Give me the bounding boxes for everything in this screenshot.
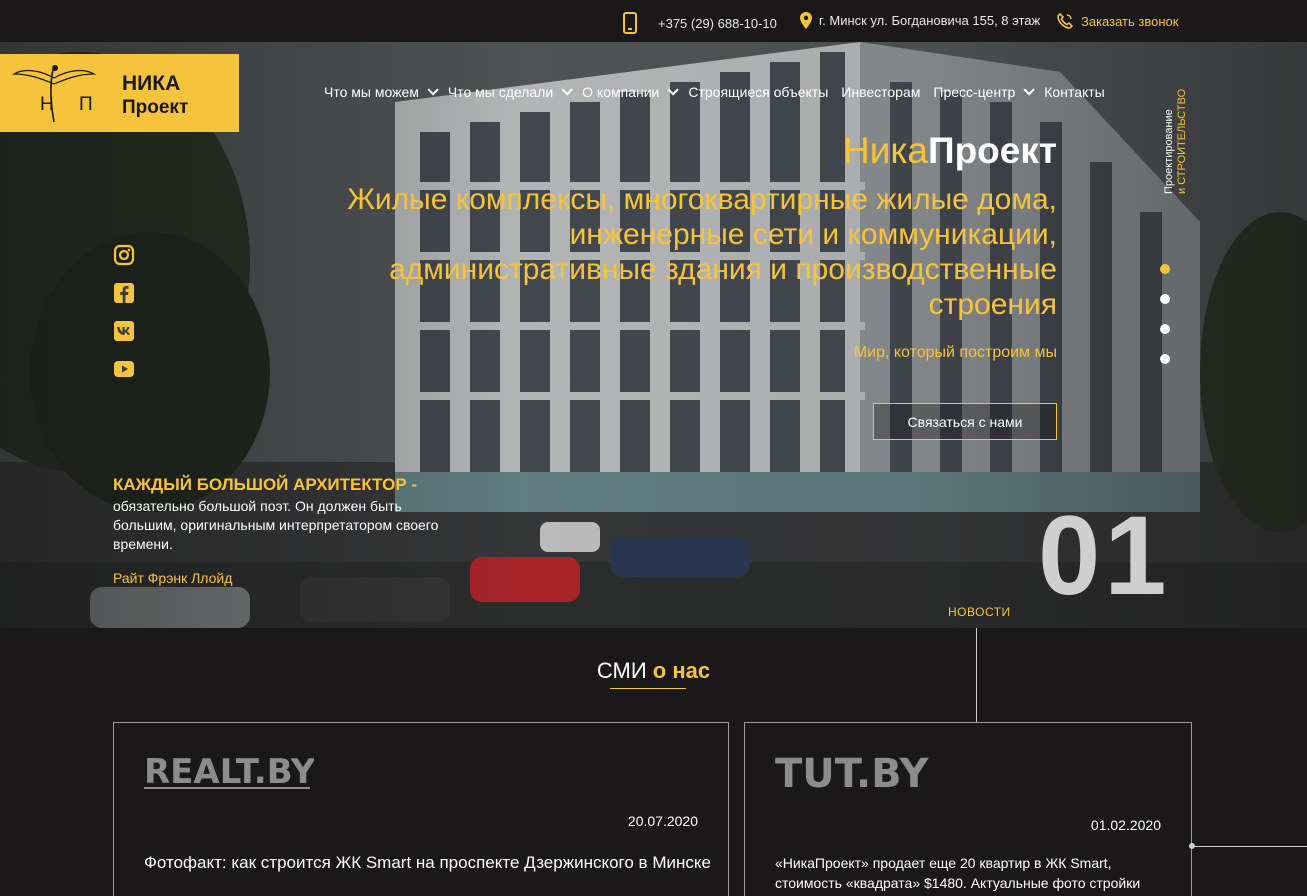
decorative-connector-line: [1192, 846, 1307, 847]
logo-emblem-icon: [11, 65, 97, 123]
quote-title: КАЖДЫЙ БОЛЬШОЙ АРХИТЕКТОР -: [113, 475, 418, 494]
slider-dot-4[interactable]: [1160, 354, 1170, 364]
hero-title: НикаПроект: [843, 130, 1057, 172]
decorative-connector-dot: [1189, 843, 1195, 849]
section-title-plain: СМИ: [596, 658, 647, 683]
callback-label[interactable]: Заказать звонок: [1081, 14, 1178, 29]
location-pin-icon: [800, 12, 812, 29]
nav-item-label[interactable]: Строящиеся объекты: [688, 84, 828, 100]
instagram-icon[interactable]: [113, 244, 135, 266]
nav-item-capabilities[interactable]: Что мы можем: [324, 84, 439, 100]
nav-item-contacts[interactable]: Контакты: [1044, 84, 1104, 100]
nav-item-press-center[interactable]: Пресс-центр: [933, 84, 1036, 100]
section-title-underline: [610, 688, 686, 689]
section-title-accent: о нас: [652, 658, 711, 683]
address-text: г. Минск ул. Богдановича 155, 8 этаж: [819, 13, 1041, 28]
architect-quote: КАЖДЫЙ БОЛЬШОЙ АРХИТЕКТОР - обязательно …: [113, 475, 443, 586]
quote-body: обязательно большой поэт. Он должен быть…: [113, 498, 439, 552]
slide-number: 01: [1038, 493, 1171, 618]
nav-item-label[interactable]: Инвесторам: [841, 84, 920, 100]
nav-item-investors[interactable]: Инвесторам: [841, 84, 920, 100]
slider-dot-2[interactable]: [1160, 294, 1170, 304]
tagline-line2: и СТРОИТЕЛЬСТВО: [1176, 88, 1188, 194]
address-contact: г. Минск ул. Богдановича 155, 8 этаж: [800, 12, 1040, 29]
top-bar: +375 (29) 688-10-10 г. Минск ул. Богдано…: [0, 0, 1307, 42]
vertical-tagline: Проектирование и СТРОИТЕЛЬСТВО: [1163, 82, 1193, 202]
youtube-icon[interactable]: [113, 358, 135, 380]
logo-name-line1: НИКА: [122, 72, 181, 95]
realt-by-logo: REALT.BY: [144, 749, 316, 798]
media-card-tut[interactable]: TUT.BY 01.02.2020 «НикаПроект» продает е…: [744, 722, 1192, 896]
contact-us-button[interactable]: Связаться с нами: [873, 403, 1057, 440]
hero-title-bold: Проект: [927, 130, 1057, 171]
nav-item-label[interactable]: О компании: [582, 84, 659, 100]
section-title: СМИ о нас: [0, 658, 1307, 684]
chevron-down-icon: [561, 84, 573, 96]
hero-subtitle: Жилые комплексы, многоквартирные жилые д…: [347, 183, 1057, 321]
realt-logo-text: REALT.BY: [144, 752, 314, 792]
logo[interactable]: Н П НИКА Проект: [0, 54, 239, 132]
hero-slider: Н П НИКА Проект Что мы можем Что мы сдел…: [0, 42, 1307, 628]
main-nav: Что мы можем Что мы сделали О компании С…: [324, 84, 1118, 100]
slider-dots: [1160, 264, 1170, 384]
phone-contact[interactable]: +375 (29) 688-10-10: [623, 12, 777, 34]
vk-icon[interactable]: [113, 320, 135, 342]
chevron-down-icon: [1023, 84, 1036, 96]
tut-logo-text: TUT.BY: [775, 751, 929, 793]
card-headline[interactable]: «НикаПроект» продает еще 20 квартир в ЖК…: [775, 853, 1165, 893]
card-date: 01.02.2020: [1090, 817, 1161, 833]
nav-item-label[interactable]: Что мы сделали: [448, 84, 553, 100]
nav-item-under-construction[interactable]: Строящиеся объекты: [688, 84, 828, 100]
nav-item-portfolio[interactable]: Что мы сделали: [448, 84, 573, 100]
phone-call-icon: [1056, 12, 1074, 30]
slider-dot-1[interactable]: [1160, 264, 1170, 274]
chevron-down-icon: [667, 84, 680, 96]
tagline-line1: Проектирование: [1163, 109, 1175, 194]
phone-number[interactable]: +375 (29) 688-10-10: [658, 16, 777, 31]
nav-item-label[interactable]: Пресс-центр: [933, 84, 1015, 100]
card-date: 20.07.2020: [627, 813, 698, 829]
media-card-realt[interactable]: REALT.BY 20.07.2020 Фотофакт: как строит…: [113, 722, 729, 896]
news-link[interactable]: НОВОСТИ: [948, 605, 1011, 619]
social-links: [113, 244, 135, 396]
media-section: СМИ о нас REALT.BY 20.07.2020 Фотофакт: …: [0, 628, 1307, 896]
tut-by-logo: TUT.BY: [775, 749, 975, 798]
callback-link[interactable]: Заказать звонок: [1056, 12, 1178, 30]
nav-item-label[interactable]: Контакты: [1044, 84, 1104, 100]
nav-item-about[interactable]: О компании: [582, 84, 680, 100]
hero-title-light: Ника: [843, 130, 928, 171]
nav-item-label[interactable]: Что мы можем: [324, 84, 419, 100]
logo-monogram: Н П: [40, 94, 103, 115]
logo-name-line2: Проект: [122, 97, 189, 118]
card-headline[interactable]: Фотофакт: как строится ЖК Smart на просп…: [144, 851, 714, 875]
facebook-icon[interactable]: [113, 282, 135, 304]
smartphone-icon: [623, 12, 637, 34]
chevron-down-icon: [427, 84, 439, 96]
slider-dot-3[interactable]: [1160, 324, 1170, 334]
hero-motto: Мир, который построим мы: [853, 344, 1057, 361]
quote-author: Райт Фрэнк Ллойд: [113, 570, 233, 586]
